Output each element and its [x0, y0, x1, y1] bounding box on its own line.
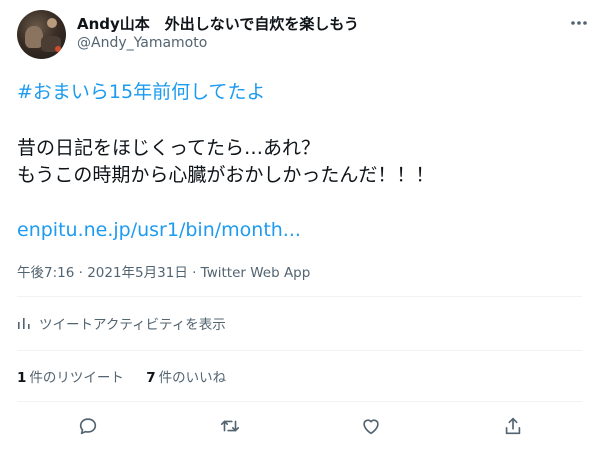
author-display-name[interactable]: Andy山本 外出しないで自炊を楽しもう: [77, 13, 359, 34]
divider: [17, 296, 582, 297]
reply-button[interactable]: [75, 413, 101, 439]
author-handle[interactable]: @Andy_Yamamoto: [77, 35, 207, 51]
likes-stat[interactable]: 7 件のいいね: [146, 366, 226, 386]
tweet-text-line: もうこの時期から心臓がおかしかったんだ！！！: [17, 164, 435, 186]
more-options-button[interactable]: [568, 12, 590, 34]
avatar[interactable]: [17, 10, 66, 59]
share-button[interactable]: [500, 413, 526, 439]
reply-icon: [79, 418, 97, 435]
retweet-icon: [220, 420, 240, 432]
engagement-stats: 1 件のリツイート 7 件のいいね: [17, 366, 244, 386]
likes-label: 件のいいね: [158, 370, 227, 386]
hashtag-link[interactable]: #おまいら15年前何してたよ: [17, 77, 266, 104]
tweet-text-line: 昔の日記をほじくってたら…あれ？: [17, 137, 321, 159]
retweet-button[interactable]: [217, 413, 243, 439]
retweets-stat[interactable]: 1 件のリツイート: [17, 366, 124, 386]
analytics-icon: [18, 318, 30, 329]
activity-label: ツイートアクティビティを表示: [39, 317, 226, 333]
more-icon: [571, 21, 587, 25]
like-button[interactable]: [358, 413, 384, 439]
retweets-label: 件のリツイート: [29, 370, 124, 386]
tweet: Andy山本 外出しないで自炊を楽しもう @Andy_Yamamoto #おまい…: [0, 0, 598, 449]
retweets-count: 1: [17, 370, 27, 386]
share-icon: [505, 417, 521, 435]
view-activity-button[interactable]: ツイートアクティビティを表示: [17, 313, 226, 333]
tweet-meta[interactable]: 午後7:16 · 2021年5月31日 · Twitter Web App: [17, 261, 310, 281]
like-icon: [363, 419, 379, 435]
divider: [17, 401, 582, 402]
likes-count: 7: [146, 370, 156, 386]
external-link[interactable]: enpitu.ne.jp/usr1/bin/month...: [17, 219, 301, 241]
divider: [17, 350, 582, 351]
